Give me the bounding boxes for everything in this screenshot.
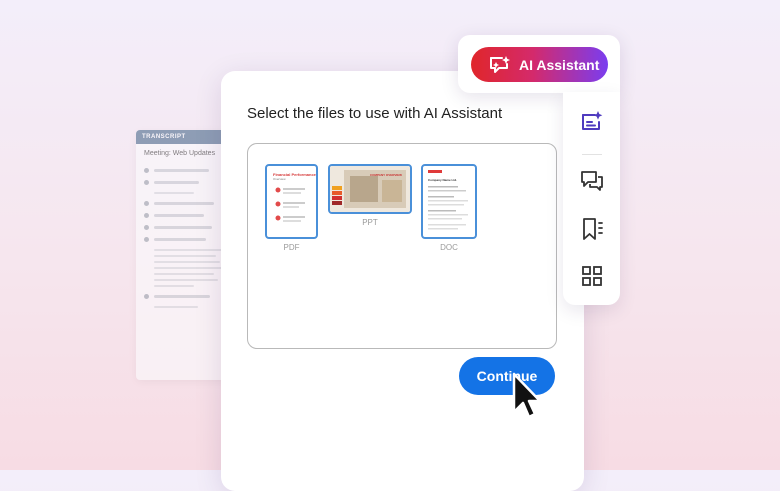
ai-chat-sparkle-icon — [489, 55, 511, 75]
grid-icon[interactable] — [580, 264, 604, 288]
ppt-thumbnail[interactable]: COMPANY OVERVIEW — [328, 164, 412, 214]
ppt-thumb-title: COMPANY OVERVIEW — [370, 173, 403, 177]
bookmark-icon[interactable] — [580, 217, 604, 241]
file-type-label: PDF — [283, 243, 300, 252]
doc-thumb-content — [428, 170, 468, 230]
ai-assistant-panel: AI Assistant — [458, 35, 620, 93]
file-pdf[interactable]: Financial Performance Overview PDF — [265, 164, 318, 252]
file-type-label: DOC — [440, 243, 458, 252]
file-select-dialog: Select the files to use with AI Assistan… — [221, 71, 584, 491]
ai-assistant-label: AI Assistant — [519, 56, 600, 73]
mouse-cursor-icon — [512, 372, 542, 419]
dialog-title: Select the files to use with AI Assistan… — [247, 105, 503, 122]
doc-thumbnail[interactable]: Company Name Ltd. — [421, 164, 477, 239]
file-doc[interactable]: Company Name Ltd. DOC — [421, 164, 477, 252]
file-ppt[interactable]: COMPANY OVERVIEW PPT — [328, 164, 412, 227]
rail-divider — [582, 154, 602, 155]
tool-rail — [563, 92, 620, 305]
file-type-label: PPT — [362, 218, 378, 227]
pdf-thumb-content — [275, 187, 305, 222]
comment-icon[interactable] — [580, 169, 604, 193]
pdf-thumbnail[interactable]: Financial Performance Overview — [265, 164, 318, 239]
ai-assistant-button[interactable]: AI Assistant — [471, 47, 608, 82]
file-drop-area[interactable]: Financial Performance Overview PDF COMPA… — [247, 143, 557, 349]
ai-chat-icon[interactable] — [580, 110, 604, 134]
